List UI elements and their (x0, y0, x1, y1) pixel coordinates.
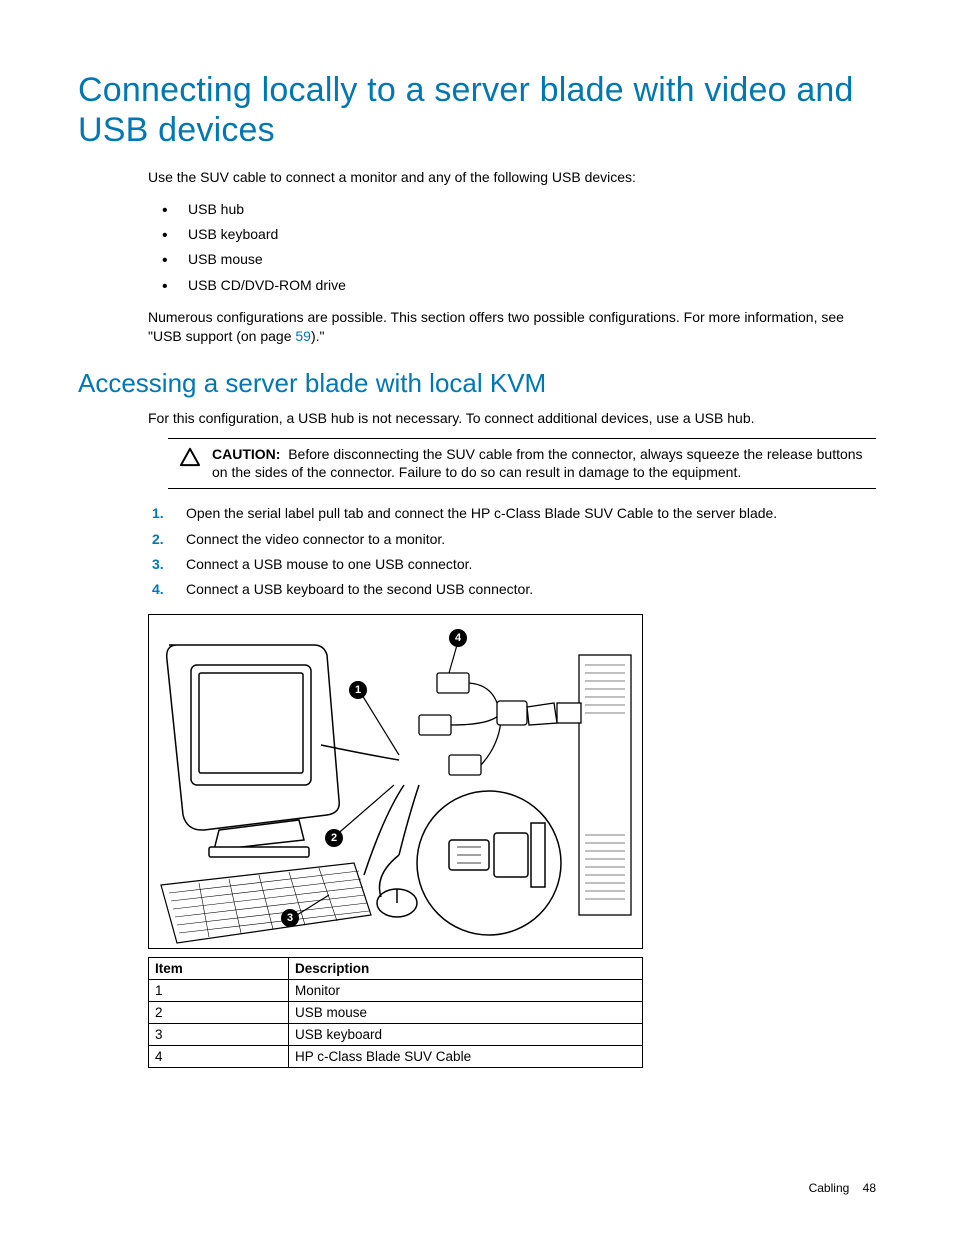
steps-list: Open the serial label pull tab and conne… (148, 501, 876, 602)
legend-header-desc: Description (289, 958, 643, 980)
config-paragraph: Numerous configurations are possible. Th… (148, 308, 876, 346)
step-item: Connect the video connector to a monitor… (148, 527, 876, 552)
callout-1: 1 (349, 681, 367, 699)
legend-header-item: Item (149, 958, 289, 980)
bullet-item: USB hub (148, 197, 876, 222)
callout-3: 3 (281, 909, 299, 927)
table-row: 2USB mouse (149, 1002, 643, 1024)
caution-block: CAUTION: Before disconnecting the SUV ca… (168, 438, 876, 490)
step-item: Open the serial label pull tab and conne… (148, 501, 876, 526)
table-row: 3USB keyboard (149, 1024, 643, 1046)
caution-body: Before disconnecting the SUV cable from … (212, 446, 863, 481)
table-row: 1Monitor (149, 980, 643, 1002)
legend-table: Item Description 1Monitor 2USB mouse 3US… (148, 957, 643, 1068)
footer-page-number: 48 (863, 1181, 876, 1195)
caution-label: CAUTION: (212, 446, 280, 462)
page-title: Connecting locally to a server blade wit… (78, 70, 876, 150)
page-footer: Cabling 48 (809, 1181, 876, 1195)
page-link-59[interactable]: 59 (295, 328, 311, 344)
bullet-item: USB CD/DVD-ROM drive (148, 273, 876, 298)
device-bullet-list: USB hub USB keyboard USB mouse USB CD/DV… (148, 197, 876, 298)
table-row: 4HP c-Class Blade SUV Cable (149, 1046, 643, 1068)
step-item: Connect a USB mouse to one USB connector… (148, 552, 876, 577)
step-item: Connect a USB keyboard to the second USB… (148, 577, 876, 602)
connection-diagram: 1 2 3 4 (148, 614, 643, 949)
intro-paragraph: Use the SUV cable to connect a monitor a… (148, 168, 876, 187)
callout-4: 4 (449, 629, 467, 647)
caution-text: CAUTION: Before disconnecting the SUV ca… (212, 445, 876, 483)
bullet-item: USB mouse (148, 247, 876, 272)
sub-intro-paragraph: For this configuration, a USB hub is not… (148, 409, 876, 428)
callout-2: 2 (325, 829, 343, 847)
section-heading-kvm: Accessing a server blade with local KVM (78, 368, 876, 399)
bullet-item: USB keyboard (148, 222, 876, 247)
footer-section: Cabling (809, 1181, 850, 1195)
caution-icon (168, 445, 212, 472)
